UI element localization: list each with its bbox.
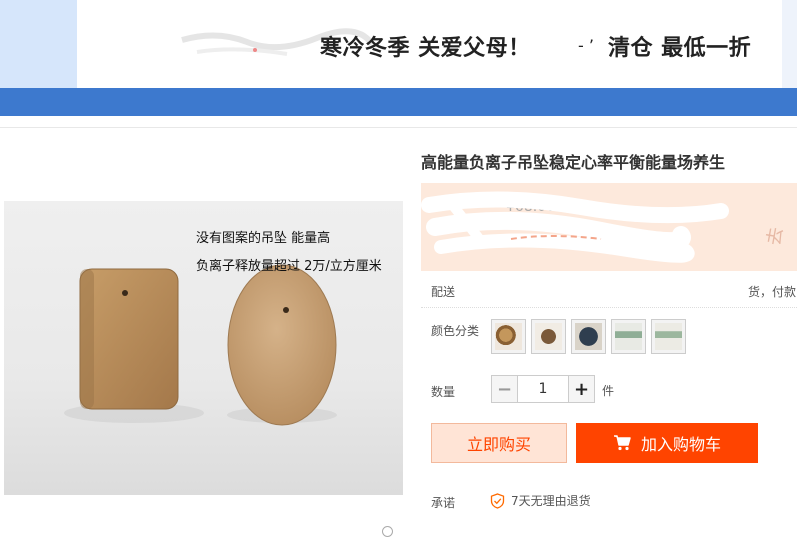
banner-separator: - ’ — [578, 36, 594, 55]
add-to-cart-button[interactable]: 加入购物车 — [576, 423, 758, 463]
buy-now-button[interactable]: 立即购买 — [431, 423, 567, 463]
decrease-quantity-button[interactable]: − — [491, 375, 518, 403]
increase-quantity-button[interactable]: + — [568, 375, 595, 403]
color-option-1[interactable] — [491, 319, 526, 354]
color-label: 颜色分类 — [431, 324, 480, 338]
quantity-unit: 件 — [602, 384, 615, 398]
header-left-panel — [0, 0, 77, 88]
return-policy[interactable]: 7天无理由退货 — [490, 492, 591, 509]
bead-icon — [495, 323, 522, 350]
return-policy-text: 7天无理由退货 — [511, 494, 591, 508]
shield-check-icon — [490, 492, 505, 509]
delivery-label: 配送 — [431, 285, 456, 299]
add-to-cart-label: 加入购物车 — [640, 435, 721, 454]
quantity-label: 数量 — [431, 385, 456, 399]
quantity-stepper: − + — [491, 375, 595, 403]
product-main-image[interactable]: 没有图案的吊坠 能量高 负离子释放量超过 2万/立方厘米 — [4, 201, 403, 495]
color-option-2[interactable] — [531, 319, 566, 354]
shopping-cart-icon — [613, 435, 631, 451]
image-caption-line-2: 负离子释放量超过 2万/立方厘米 — [196, 259, 382, 274]
image-caption-line-1: 没有图案的吊坠 能量高 — [196, 231, 331, 246]
nav-bar — [0, 88, 797, 116]
color-option-5[interactable] — [651, 319, 686, 354]
delivery-info: 货，付款 — [748, 285, 797, 299]
image-zoom-handle[interactable] — [382, 526, 393, 537]
header-right-panel — [782, 0, 797, 88]
promise-label: 承诺 — [431, 496, 456, 510]
jar-icon — [655, 323, 682, 350]
buy-now-label: 立即购买 — [466, 435, 531, 454]
divider — [421, 307, 797, 308]
dark-stone-icon — [575, 323, 602, 350]
color-option-3[interactable] — [571, 319, 606, 354]
color-option-4[interactable] — [611, 319, 646, 354]
quantity-input[interactable] — [518, 375, 568, 403]
redaction-scribble — [421, 191, 729, 263]
divider — [0, 127, 797, 128]
product-title: 高能量负离子吊坠稳定心率平衡能量场养生 — [421, 153, 726, 172]
promo-banner[interactable]: 寒冷冬季 关爱父母！ - ’ 清仓 最低一折 — [77, 0, 782, 91]
color-swatch-list — [491, 319, 686, 354]
carved-wood-icon — [535, 323, 562, 350]
price-panel: ¥68.00 去 — [421, 183, 797, 271]
banner-sale-text: 清仓 最低一折 — [608, 36, 752, 61]
banner-headline: 寒冷冬季 关爱父母！ — [320, 36, 531, 61]
jar-icon — [615, 323, 642, 350]
